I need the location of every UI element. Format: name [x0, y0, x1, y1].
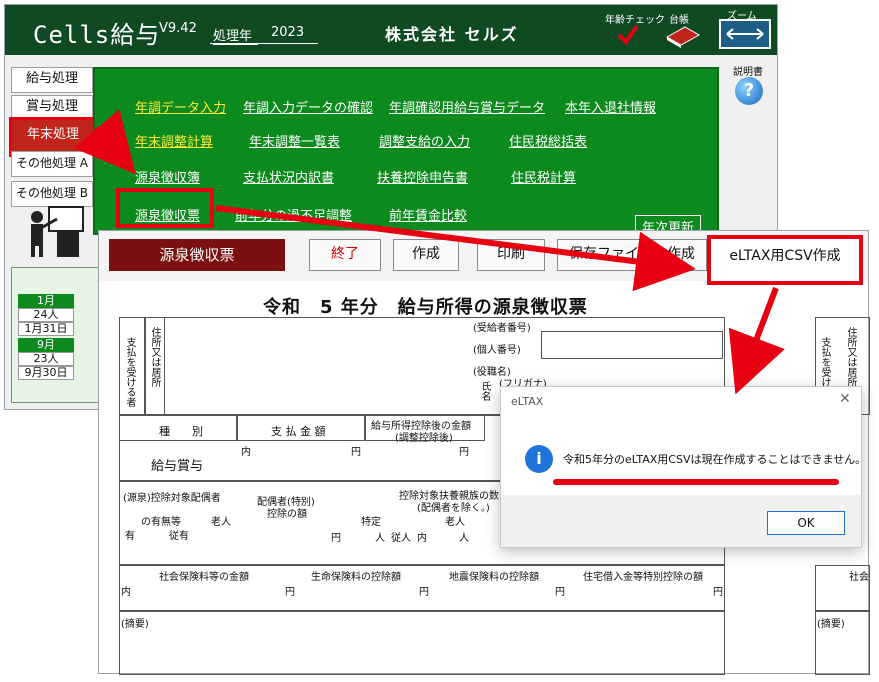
annotation-arrows — [73, 109, 785, 395]
arrow-menu-to-eltax — [215, 205, 696, 292]
arrow-eltax-to-dialog — [728, 286, 785, 395]
arrow-sidebar-to-menu — [73, 109, 136, 175]
